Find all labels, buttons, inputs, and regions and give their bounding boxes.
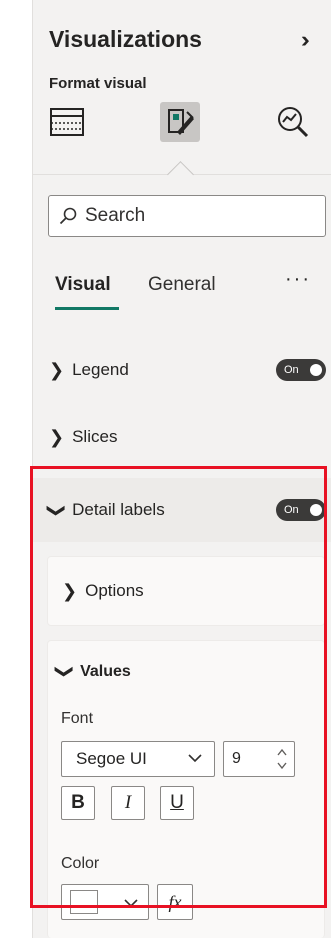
- section-legend[interactable]: ❯ Legend On: [33, 352, 331, 388]
- tab-visual[interactable]: Visual: [55, 274, 111, 296]
- format-visual-icon[interactable]: [160, 102, 200, 142]
- chevron-right-icon: ❯: [49, 359, 65, 380]
- legend-toggle[interactable]: On: [276, 359, 326, 381]
- search-icon: [59, 207, 77, 225]
- build-visual-icon[interactable]: [47, 102, 87, 142]
- search-placeholder: Search: [85, 205, 146, 226]
- pane-title: Visualizations: [49, 26, 202, 52]
- active-tab-indicator: [55, 307, 119, 310]
- search-input[interactable]: Search: [48, 195, 326, 237]
- more-options-button[interactable]: ···: [285, 268, 311, 291]
- tab-general[interactable]: General: [148, 274, 216, 296]
- chevron-double-right-icon[interactable]: ››: [301, 27, 309, 53]
- section-slices[interactable]: ❯ Slices: [33, 419, 331, 455]
- legend-label: Legend: [72, 360, 129, 379]
- highlight-box: [30, 466, 327, 908]
- format-visual-label: Format visual: [49, 75, 147, 92]
- slices-label: Slices: [72, 427, 118, 446]
- active-icon-caret: [167, 161, 194, 188]
- legend-toggle-text: On: [284, 364, 299, 376]
- analytics-icon[interactable]: [273, 102, 313, 142]
- chevron-right-icon: ❯: [49, 426, 65, 447]
- toggle-knob: [310, 364, 322, 376]
